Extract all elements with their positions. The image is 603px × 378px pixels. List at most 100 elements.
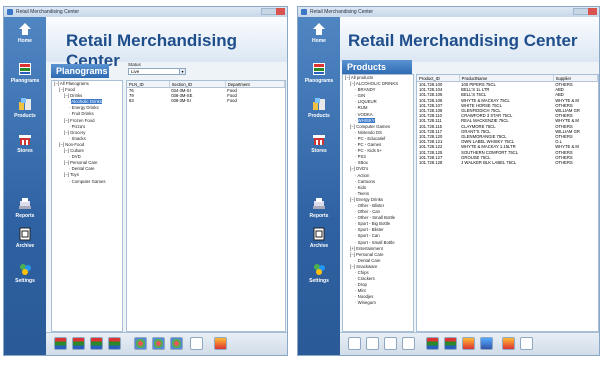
- status-label: Status: [128, 62, 141, 67]
- right-app-window: Retail Merchandising Center Home Planogra…: [297, 6, 600, 356]
- planogram-icon[interactable]: [426, 337, 439, 350]
- nav-item-planograms[interactable]: Planograms: [4, 62, 46, 84]
- export-icon[interactable]: [502, 337, 515, 350]
- status-select[interactable]: Live ▾: [128, 68, 186, 75]
- chevron-down-icon[interactable]: ▾: [179, 69, 185, 74]
- tree-node-label: DVD's: [356, 166, 369, 172]
- archive-icon[interactable]: [190, 337, 203, 350]
- products-icon: [19, 98, 31, 110]
- tree-node-label: BRANDY: [357, 87, 376, 93]
- left-toolbar: [46, 332, 287, 355]
- new-planogram-icon[interactable]: [54, 337, 67, 350]
- copy-planogram-icon[interactable]: [90, 337, 103, 350]
- edit-product-icon[interactable]: [366, 337, 379, 350]
- nav-item-reports[interactable]: Reports: [298, 197, 340, 219]
- nav-item-archive[interactable]: Archive: [4, 227, 46, 249]
- tree-node-label: Entertainment: [356, 245, 383, 251]
- nav-item-reports[interactable]: Reports: [4, 197, 46, 219]
- tree-node-label: Other - Blister: [357, 202, 385, 208]
- delete-product-icon[interactable]: [402, 337, 415, 350]
- image-icon[interactable]: [480, 337, 493, 350]
- tree-node-label: Dental Care: [71, 166, 95, 172]
- nav-item-stores[interactable]: Stores: [4, 132, 46, 154]
- tree-node-label: Crackers: [357, 276, 375, 282]
- product-tree[interactable]: [−] All products [−] ALCOHOLIC DRINKS · BR…: [342, 74, 414, 332]
- left-header: Retail Merchandising Center: [46, 17, 287, 70]
- stores-icon: [313, 135, 325, 145]
- planograms-icon: [19, 63, 31, 75]
- archive-icon: [313, 227, 325, 241]
- add-product-icon[interactable]: [348, 337, 361, 350]
- print-icon[interactable]: [520, 337, 533, 350]
- nav-label-archive: Archive: [309, 243, 329, 249]
- table-cell: 83: [129, 98, 134, 104]
- tree-node-label: Culture: [70, 148, 84, 154]
- tree-node-label: XBox: [357, 160, 368, 166]
- planogram-tree[interactable]: [−] All Planograms [−] Food [−] Drinks · Al…: [51, 80, 123, 332]
- nav-item-stores[interactable]: Stores: [298, 132, 340, 154]
- tree-node-label: Winegum: [357, 300, 376, 306]
- refresh-icon[interactable]: [134, 337, 147, 350]
- tree-node-label: Snacks: [71, 135, 86, 141]
- delete-planogram-icon[interactable]: [108, 337, 121, 350]
- app-icon: [7, 9, 13, 15]
- nav-item-settings[interactable]: Settings: [4, 262, 46, 284]
- planogram-table[interactable]: PLN_ID Section_ID Department 76 034-3M-SI Fo…: [126, 80, 286, 332]
- nav-label-planograms: Planograms: [10, 78, 40, 84]
- table-cell: 101.728.128: [419, 159, 443, 165]
- tree-node-label: Drinks: [70, 93, 83, 99]
- close-icon[interactable]: [588, 8, 597, 15]
- table-row[interactable]: 101.728.128 J WALKER BLK LABEL 75CL OTHERS: [417, 160, 598, 165]
- edit-planogram-icon[interactable]: [72, 337, 85, 350]
- publish-icon[interactable]: [170, 337, 183, 350]
- tree-node-label: PC - Kids 5+: [357, 148, 382, 154]
- tree-node-label: Other - Small Bottle: [357, 215, 396, 221]
- assign-icon[interactable]: [444, 337, 457, 350]
- table-cell: J WALKER BLK LABEL 75CL: [461, 159, 517, 165]
- table-cell: 036-3M-SI: [171, 98, 191, 104]
- tree-node-label: Fruit Drinks: [71, 111, 94, 117]
- right-toolbar: [340, 332, 599, 355]
- nav-label-settings: Settings: [309, 278, 329, 284]
- tree-node-label: Teens: [357, 190, 370, 196]
- nav-label-stores: Stores: [311, 148, 327, 154]
- nav-item-products[interactable]: Products: [298, 97, 340, 119]
- nav-item-home[interactable]: Home: [298, 22, 340, 44]
- product-table[interactable]: Product_ID ProductName Supplier 101.728.10…: [416, 74, 599, 332]
- tree-node-label: ALCOHOLIC DRINKS: [355, 81, 399, 87]
- tree-node-label: Kids: [357, 184, 366, 190]
- table-row[interactable]: 83 036-3M-SI Food: [127, 98, 285, 103]
- tree-node-label: WHISKY: [357, 117, 375, 123]
- tree-node[interactable]: · Winegum: [343, 300, 413, 306]
- tree-node-label: Energy Drinks: [71, 105, 99, 111]
- nav-item-planograms[interactable]: Planograms: [298, 62, 340, 84]
- close-icon[interactable]: [276, 8, 285, 15]
- settings-icon: [314, 264, 325, 275]
- tree-node-label: Frozen Food: [70, 117, 95, 123]
- nav-item-products[interactable]: Products: [4, 97, 46, 119]
- tree-node-label: Cartoons: [357, 178, 376, 184]
- nav-label-settings: Settings: [15, 278, 35, 284]
- tree-node-label: Alcoholic Drinks: [71, 99, 102, 105]
- tree-node-label: LIQUEUR: [357, 99, 377, 105]
- tree-node-label: Snackware: [356, 263, 378, 269]
- right-window-title: Retail Merchandising Center: [310, 9, 374, 15]
- nav-item-home[interactable]: Home: [4, 22, 46, 44]
- tree-node-label: Chips: [357, 270, 369, 275]
- tree-node-label: Food: [65, 87, 75, 93]
- tree-node-label: Sport - Small Bottle: [357, 239, 395, 245]
- report-icon[interactable]: [214, 337, 227, 350]
- tree-node-label: GIN: [357, 93, 366, 99]
- nav-item-settings[interactable]: Settings: [298, 262, 340, 284]
- left-window-title: Retail Merchandising Center: [16, 9, 80, 15]
- left-app-window: Retail Merchandising Center Home Planogra…: [3, 6, 288, 356]
- sync-icon[interactable]: [152, 337, 165, 350]
- home-icon: [19, 23, 31, 35]
- nav-label-reports: Reports: [15, 213, 35, 219]
- copy-product-icon[interactable]: [384, 337, 397, 350]
- tree-node[interactable]: · Computer Games: [52, 179, 122, 185]
- planograms-icon: [313, 63, 325, 75]
- color-icon[interactable]: [462, 337, 475, 350]
- nav-item-archive[interactable]: Archive: [298, 227, 340, 249]
- app-title: Retail Merchandising Center: [348, 31, 578, 50]
